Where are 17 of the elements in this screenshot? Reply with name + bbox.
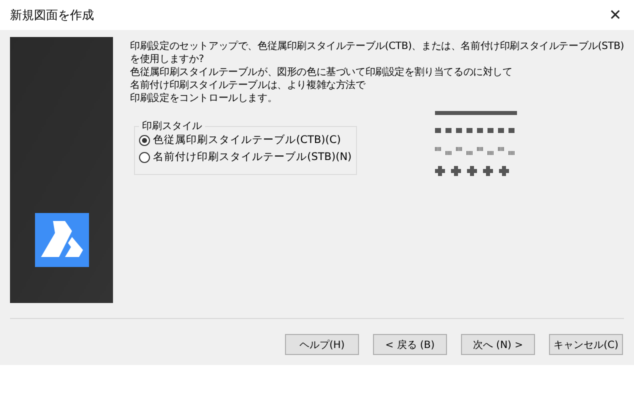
radio-option[interactable]: 色従属印刷スタイルテーブル(CTB)(C) — [139, 133, 352, 147]
intro-text: を使用しますか? — [130, 53, 205, 66]
window-title: 新規図面を作成 — [10, 6, 94, 24]
radio-icon[interactable] — [139, 152, 150, 162]
dialog-button[interactable]: ヘルプ(H) — [285, 334, 359, 355]
close-button[interactable]: ✕ — [607, 6, 624, 24]
radio-option[interactable]: 名前付け印刷スタイルテーブル(STB)(N) — [139, 150, 352, 164]
intro-text: 印刷設定をコントロールします。 — [130, 92, 278, 105]
logo-icon — [34, 213, 89, 267]
intro-text: 印刷設定のセットアップで、色従属印刷スタイルテーブル(CTB)、または、名前付け印刷スタイルテーブル(STB) — [130, 40, 624, 53]
dialog-button[interactable]: < 戻る (B) — [373, 334, 447, 355]
intro-text: 名前付け印刷スタイルテーブルは、より複雑な方法で — [130, 79, 366, 92]
group-label: 印刷スタイル — [141, 120, 204, 133]
dialog-button[interactable]: 次へ (N) > — [461, 334, 535, 355]
radio-icon[interactable] — [139, 134, 150, 146]
dialog-button[interactable]: キャンセル(C) — [549, 334, 623, 355]
intro-text: 色従属印刷スタイルテーブルが、図形の色に基づいて印刷設定を割り当てるのに対して — [130, 66, 514, 79]
